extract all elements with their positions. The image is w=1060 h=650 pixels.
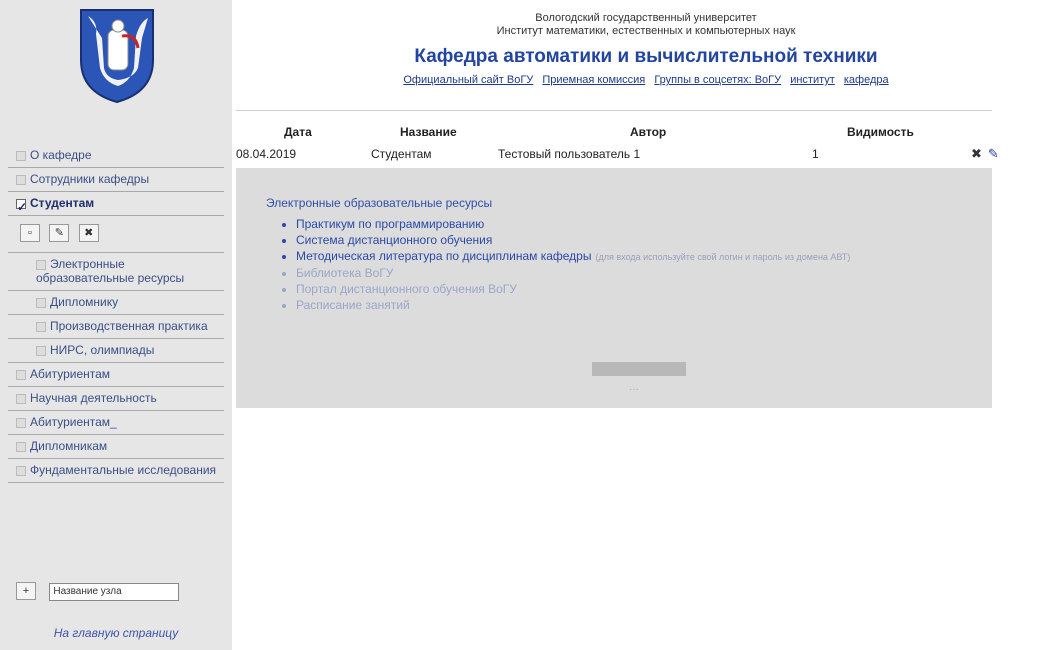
- column-header-visibility: Видимость: [847, 125, 914, 139]
- sidebar-item-label: Студентам: [30, 196, 95, 210]
- sidebar-item-label: О кафедре: [30, 148, 92, 162]
- link-department[interactable]: кафедра: [844, 74, 889, 86]
- content-panel: Электронные образовательные ресурсы Прак…: [236, 168, 992, 408]
- node-actions-row: ▫ ✎ ✖: [8, 216, 224, 253]
- checkbox-icon[interactable]: [36, 297, 46, 308]
- link-admissions[interactable]: Приемная комиссия: [542, 74, 645, 86]
- sidebar-item-graduate[interactable]: Дипломнику: [8, 291, 224, 315]
- resource-link[interactable]: Практикум по программированию: [296, 217, 484, 231]
- sidebar-item-practice[interactable]: Производственная практика: [8, 315, 224, 339]
- row-actions: ✖ ✎: [965, 146, 999, 162]
- university-name: Вологодский государственный университет: [535, 12, 757, 24]
- sidebar-item-nirs[interactable]: НИРС, олимпиады: [8, 339, 224, 363]
- sidebar-item-label: НИРС, олимпиады: [50, 343, 155, 357]
- select-node-button[interactable]: ▫: [20, 224, 40, 242]
- checkbox-icon[interactable]: [36, 345, 46, 356]
- sidebar-item-applicants-2[interactable]: Абитуриентам_: [8, 411, 224, 435]
- page-header: Вологодский государственный университет …: [232, 0, 1060, 86]
- checkbox-icon[interactable]: [36, 321, 46, 332]
- resource-link[interactable]: Библиотека ВоГУ: [296, 266, 393, 280]
- sidebar-menu: О кафедре Сотрудники кафедры ✓ Студентам …: [8, 144, 224, 483]
- checked-checkbox-icon[interactable]: ✓: [16, 198, 27, 214]
- edit-icon[interactable]: ✎: [988, 146, 999, 161]
- checkbox-icon[interactable]: [16, 393, 26, 404]
- sidebar-item-label: Производственная практика: [50, 319, 208, 333]
- list-item[interactable]: Практикум по программированию: [296, 216, 850, 232]
- sidebar-item-label: Фундаментальные исследования: [30, 463, 217, 477]
- blurred-counter: ···: [629, 384, 639, 395]
- checkbox-icon[interactable]: [16, 369, 26, 380]
- sidebar-item-label: Абитуриентам: [30, 367, 111, 381]
- sidebar-item-applicants[interactable]: Абитуриентам: [8, 363, 224, 387]
- checkbox-icon[interactable]: [16, 174, 26, 185]
- sidebar-item-label: Сотрудники кафедры: [30, 172, 150, 186]
- sidebar-item-staff[interactable]: Сотрудники кафедры: [8, 168, 224, 192]
- checkbox-icon[interactable]: [16, 441, 26, 452]
- blurred-banner: [592, 362, 686, 376]
- sidebar-item-label: Научная деятельность: [30, 391, 157, 405]
- checkbox-icon[interactable]: [16, 417, 26, 428]
- sidebar-item-research[interactable]: Научная деятельность: [8, 387, 224, 411]
- list-item[interactable]: Методическая литература по дисциплинам к…: [296, 248, 850, 265]
- edit-node-button[interactable]: ✎: [49, 224, 70, 242]
- node-name-input[interactable]: [49, 582, 180, 601]
- sidebar: О кафедре Сотрудники кафедры ✓ Студентам …: [0, 0, 232, 650]
- list-item[interactable]: Система дистанционного обучения: [296, 232, 850, 248]
- page-title: Кафедра автоматики и вычислительной техн…: [414, 46, 878, 67]
- checkbox-icon[interactable]: [36, 259, 46, 270]
- sidebar-item-label: Электронные образовательные ресурсы: [36, 257, 185, 285]
- list-item[interactable]: Расписание занятий: [296, 297, 850, 313]
- link-official-site[interactable]: Официальный сайт ВоГУ: [403, 74, 533, 86]
- sidebar-item-fundamental[interactable]: Фундаментальные исследования: [8, 459, 224, 483]
- resource-link[interactable]: Система дистанционного обучения: [296, 233, 492, 247]
- resource-link[interactable]: Расписание занятий: [296, 298, 410, 312]
- row-date: 08.04.2019: [236, 147, 297, 161]
- column-header-author: Автор: [630, 125, 667, 139]
- delete-icon[interactable]: ✖: [971, 146, 982, 161]
- home-link[interactable]: На главную страницу: [0, 626, 232, 640]
- row-name: Студентам: [371, 147, 432, 161]
- checkbox-icon[interactable]: [16, 150, 26, 161]
- header-divider: [236, 110, 992, 111]
- sidebar-item-graduates[interactable]: Дипломникам: [8, 435, 224, 459]
- list-item[interactable]: Портал дистанционного обучения ВоГУ: [296, 281, 850, 297]
- row-visibility: 1: [812, 147, 819, 161]
- sidebar-item-students[interactable]: ✓ Студентам: [8, 192, 224, 216]
- add-node-form: +: [16, 582, 180, 601]
- row-author: Тестовый пользователь 1: [498, 147, 641, 161]
- link-social[interactable]: Группы в соцсетях: ВоГУ: [654, 74, 781, 86]
- list-item[interactable]: Библиотека ВоГУ: [296, 265, 850, 281]
- add-node-button[interactable]: +: [16, 582, 36, 600]
- resource-link[interactable]: Портал дистанционного обучения ВоГУ: [296, 282, 517, 296]
- column-header-name: Название: [400, 125, 457, 139]
- resource-note: (для входа используйте свой логин и паро…: [595, 252, 851, 262]
- resource-list: Практикум по программированию Система ди…: [284, 216, 850, 313]
- resource-link[interactable]: Методическая литература по дисциплинам к…: [296, 249, 591, 263]
- column-header-date: Дата: [284, 125, 312, 139]
- university-logo: [78, 8, 156, 104]
- checkbox-icon[interactable]: [16, 465, 26, 476]
- institute-name: Институт математики, естественных и комп…: [496, 25, 796, 37]
- sidebar-item-about[interactable]: О кафедре: [8, 144, 224, 168]
- delete-node-button[interactable]: ✖: [78, 224, 99, 242]
- link-institute[interactable]: институт: [790, 74, 835, 86]
- sidebar-item-e-resources[interactable]: Электронные образовательные ресурсы: [8, 253, 224, 291]
- sidebar-item-label: Дипломникам: [30, 439, 108, 453]
- header-links: Официальный сайт ВоГУ Приемная комиссия …: [232, 74, 1060, 86]
- content-title: Электронные образовательные ресурсы: [266, 196, 493, 210]
- sidebar-item-label: Абитуриентам_: [30, 415, 117, 429]
- sidebar-item-label: Дипломнику: [50, 295, 119, 309]
